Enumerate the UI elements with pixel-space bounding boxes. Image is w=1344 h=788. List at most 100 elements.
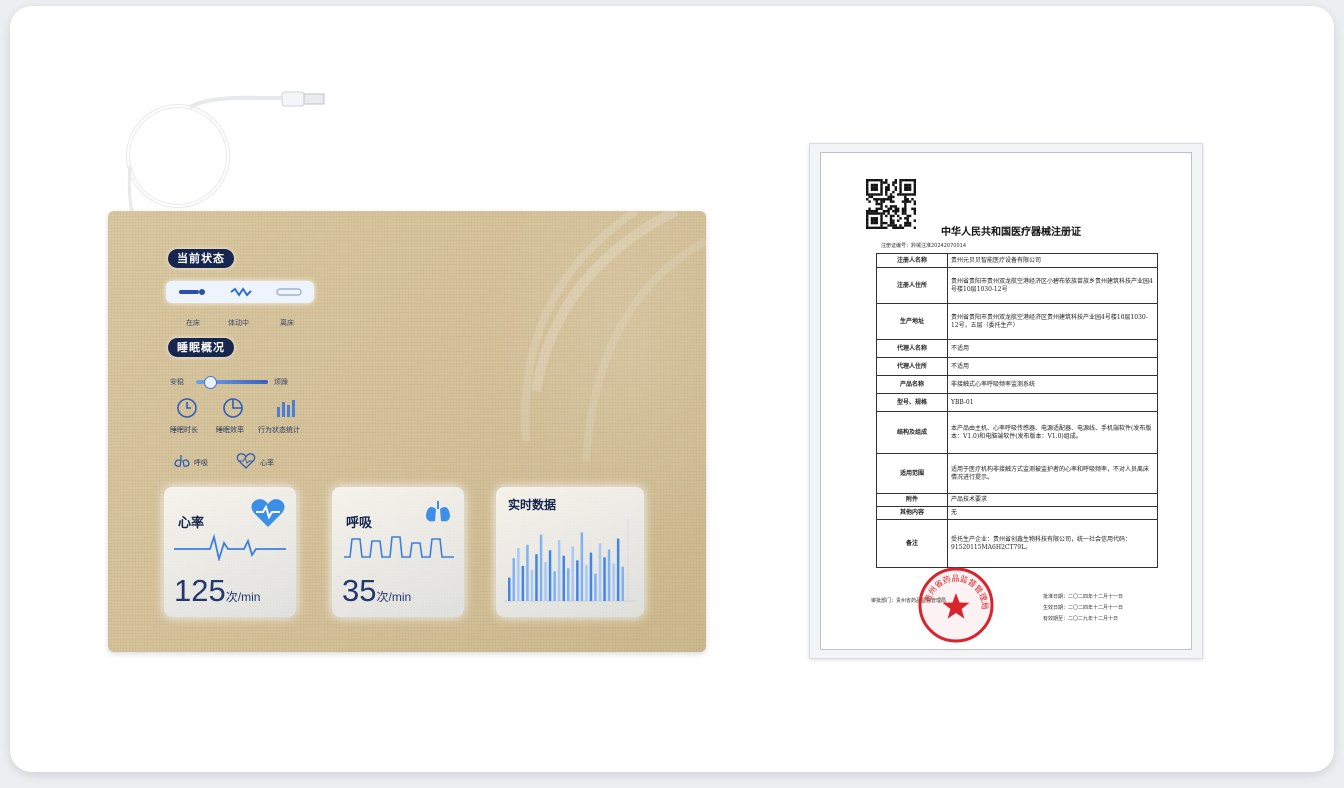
qr-module	[868, 200, 871, 203]
certificate-field-label: 注册人名称	[876, 253, 948, 268]
qr-module	[913, 202, 916, 206]
chart-bar	[508, 577, 511, 601]
chart-bar	[589, 552, 593, 601]
qr-module	[875, 226, 878, 229]
qr-module	[894, 186, 897, 189]
qr-module	[889, 198, 893, 201]
qr-module	[873, 198, 876, 201]
heart-rate-unit: 次/min	[225, 590, 261, 604]
qr-module	[870, 209, 874, 213]
realtime-data-title: 实时数据	[508, 498, 557, 512]
qr-module	[868, 207, 871, 210]
qr-module	[885, 179, 888, 182]
qr-module	[875, 212, 878, 215]
heart-rate-panel: 心率 125次/min	[164, 487, 296, 617]
chart-bar	[594, 573, 597, 601]
qr-module	[882, 221, 886, 225]
qr-module	[894, 209, 897, 213]
qr-module	[911, 207, 914, 210]
certificate-field-label: 代理人住所	[876, 357, 948, 376]
chart-bar	[535, 554, 538, 601]
qr-module	[885, 186, 888, 189]
qr-module	[882, 181, 886, 184]
certificate-frame: 中华人民共和国医疗器械注册证 注册证编号：黔械注准20242070014 注册人…	[809, 143, 1203, 659]
chart-bar	[576, 560, 579, 601]
qr-module	[875, 179, 878, 182]
certificate-field-label: 产品名称	[876, 375, 948, 394]
qr-module	[887, 195, 890, 199]
qr-module	[866, 212, 869, 215]
chart-bar	[530, 569, 534, 601]
qr-module	[880, 205, 883, 208]
qr-module	[873, 226, 876, 229]
qr-module	[873, 188, 876, 191]
qr-module	[908, 214, 912, 218]
realtime-bar-chart	[504, 519, 636, 602]
bar-stats-icon	[277, 400, 295, 417]
qr-module	[868, 209, 871, 213]
qr-module	[875, 207, 878, 210]
qr-module	[899, 179, 902, 182]
qr-module	[873, 186, 876, 189]
qr-module	[877, 207, 881, 210]
qr-module	[880, 188, 883, 191]
certificate-field-label: 型号、规格	[876, 393, 948, 412]
qr-module	[894, 224, 897, 227]
chart-bar	[612, 563, 615, 601]
heart-rate-title: 心率	[178, 516, 205, 531]
chart-bar	[539, 534, 543, 601]
certificate-row: 附件 产品技术要求	[876, 493, 1158, 507]
qr-module	[880, 179, 883, 182]
qr-module	[892, 181, 895, 184]
qr-module	[889, 207, 893, 210]
qr-module	[892, 183, 895, 187]
qr-module	[885, 198, 888, 201]
qr-module	[885, 214, 888, 218]
heart-waveform	[174, 533, 286, 561]
qr-module	[880, 190, 883, 194]
qr-module	[875, 221, 878, 225]
certificate-field-value: 产品技术要求	[947, 493, 1158, 507]
qr-module	[906, 219, 909, 222]
qr-module	[885, 221, 888, 225]
qr-module	[866, 226, 869, 229]
certificate-field-value: 不适用	[947, 357, 1158, 376]
status-indicator-bar	[166, 281, 314, 303]
current-status-label: 当前状态	[168, 249, 234, 268]
breath-rate-unit: 次/min	[376, 590, 412, 604]
qr-module	[877, 198, 881, 201]
chart-bar	[544, 562, 547, 601]
qr-module	[894, 181, 897, 184]
chart-bar	[580, 532, 584, 601]
qr-module	[894, 212, 897, 215]
chart-bar	[571, 546, 574, 601]
qr-module	[913, 181, 916, 184]
chart-bar	[526, 544, 529, 601]
qr-module	[868, 195, 871, 199]
qr-module	[904, 198, 907, 201]
qr-module	[889, 219, 893, 222]
qr-module	[866, 221, 869, 225]
qr-module	[906, 193, 909, 196]
certificate-row: 生产地址 贵州省贵阳市贵州双龙航空港经济区贵州建筑科技产业园4号楼10层1030-…	[876, 303, 1158, 340]
qr-module	[885, 193, 888, 196]
qr-module	[866, 209, 869, 213]
certificate-number: 注册证编号：黔械注准20242070014	[881, 243, 966, 249]
qr-module	[870, 188, 874, 191]
qr-module	[889, 193, 893, 196]
qr-module	[866, 217, 869, 220]
certificate-field-value: 无	[947, 506, 1158, 520]
qr-module	[885, 181, 888, 184]
qr-module	[885, 205, 888, 208]
heart-pulse-icon	[236, 453, 256, 469]
certificate-row: 注册人住所 贵州省贵阳市贵州双龙航空港经济区小碧布依族苗族乡贵州建筑科技产业园4号…	[876, 267, 1158, 304]
qr-module	[906, 179, 909, 182]
qr-module	[913, 209, 916, 213]
certificate-field-label: 注册人住所	[876, 267, 948, 304]
qr-module	[904, 209, 907, 213]
qr-module	[875, 183, 878, 187]
qr-module	[896, 226, 900, 229]
slider-label-calm: 安稳	[170, 378, 184, 386]
pie-chart-icon	[223, 398, 243, 418]
qr-module	[892, 205, 895, 208]
